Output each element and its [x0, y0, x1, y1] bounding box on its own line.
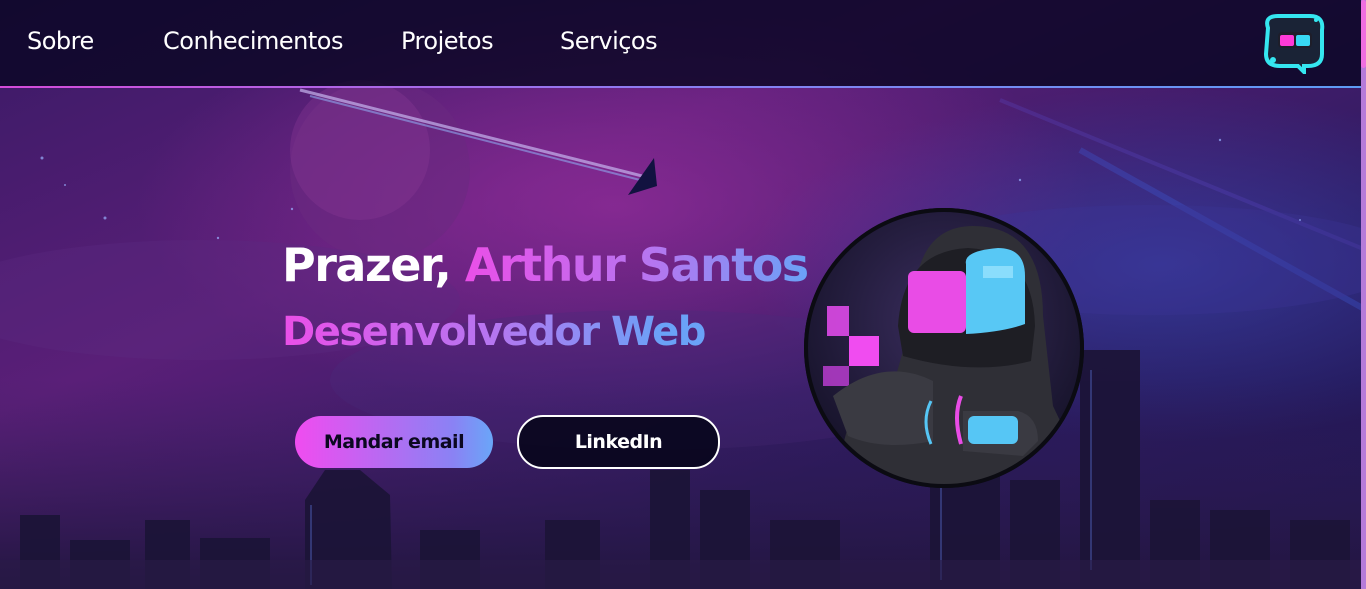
- profile-avatar: [804, 208, 1084, 488]
- scrollbar-thumb[interactable]: [1361, 0, 1366, 68]
- avatar-logo-icon[interactable]: [1258, 10, 1330, 74]
- hero-greeting: Prazer, Arthur Santos: [282, 238, 809, 292]
- hero-greeting-prefix: Prazer,: [282, 238, 452, 292]
- nav-link-servicos[interactable]: Serviços: [560, 27, 658, 55]
- nav-link-conhecimentos[interactable]: Conhecimentos: [163, 27, 343, 55]
- top-navbar: Sobre Conhecimentos Projetos Serviços: [0, 0, 1362, 86]
- nav-link-projetos[interactable]: Projetos: [401, 27, 494, 55]
- background-scene: [0, 0, 1366, 589]
- scrollbar-track[interactable]: [1361, 0, 1366, 589]
- linkedin-button[interactable]: LinkedIn: [517, 415, 720, 469]
- hero-role: Desenvolvedor Web: [282, 309, 706, 355]
- nav-divider: [0, 86, 1362, 88]
- nav-link-sobre[interactable]: Sobre: [27, 27, 94, 55]
- send-email-button[interactable]: Mandar email: [295, 416, 493, 468]
- hero-name: Arthur Santos: [464, 238, 809, 292]
